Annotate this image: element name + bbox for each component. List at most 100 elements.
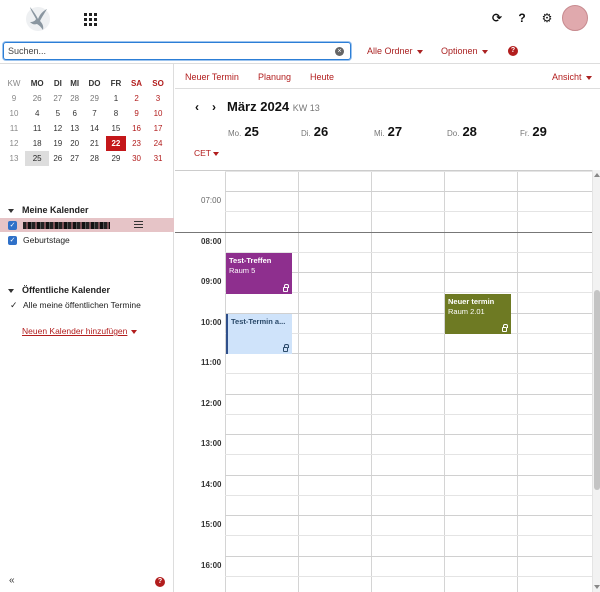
mini-calendar-day[interactable]: 18: [25, 136, 49, 151]
mini-calendar-day[interactable]: 27: [66, 151, 83, 166]
event-new-appointment[interactable]: Neuer termin Raum 2.01: [445, 294, 511, 334]
menu-icon[interactable]: [134, 221, 143, 228]
mini-calendar-header: MO: [30, 79, 44, 88]
help-icon[interactable]: ?: [515, 11, 529, 25]
all-folders-dropdown[interactable]: Alle Ordner: [367, 46, 423, 56]
public-calendars-header[interactable]: Öffentliche Kalender: [8, 285, 110, 295]
mini-calendar-day[interactable]: 26: [49, 151, 66, 166]
day-header-fri[interactable]: Fr. 29: [520, 124, 547, 139]
refresh-icon[interactable]: ⟳: [490, 11, 504, 25]
calendar-item-birthdays[interactable]: ✓ Geburtstage: [0, 233, 174, 247]
mini-calendar-day[interactable]: 1: [106, 91, 126, 106]
time-label: 13:00: [201, 439, 222, 448]
mini-calendar-day[interactable]: 27: [49, 91, 66, 106]
new-appointment-button[interactable]: Neuer Termin: [185, 72, 239, 82]
clear-search-icon[interactable]: ×: [335, 47, 344, 56]
mini-calendar-day[interactable]: 5: [49, 106, 66, 121]
calendar-item-personal[interactable]: ✓: [0, 218, 174, 232]
day-date: 25: [244, 124, 259, 139]
mini-calendar-day[interactable]: 8: [106, 106, 126, 121]
mini-calendar-day[interactable]: 16: [126, 121, 147, 136]
mini-calendar-day[interactable]: 21: [83, 136, 106, 151]
mini-calendar-week: 12 18 19 20 21 22 23 24: [3, 136, 169, 151]
gear-icon[interactable]: ⚙: [540, 11, 554, 25]
calendar-main: Neuer Termin Planung Heute Ansicht ‹ › M…: [175, 64, 600, 592]
mini-calendar-week: 9 26 27 28 29 1 2 3: [3, 91, 169, 106]
mini-calendar-day[interactable]: 29: [106, 151, 126, 166]
avatar[interactable]: [562, 5, 588, 31]
mini-calendar-day[interactable]: 3: [147, 91, 169, 106]
mini-calendar-day[interactable]: 4: [25, 106, 49, 121]
event-test-meeting[interactable]: Test-Treffen Raum 5: [226, 253, 292, 294]
mini-calendar-day[interactable]: 11: [25, 121, 49, 136]
calendar-checkbox[interactable]: ✓: [8, 221, 17, 230]
week-number[interactable]: 13: [3, 151, 25, 166]
public-item-label: Alle meine öffentlichen Termine: [23, 300, 141, 310]
collapse-triangle-icon: [8, 208, 14, 213]
public-item[interactable]: ✓ Alle meine öffentlichen Termine: [0, 298, 174, 312]
day-name: Mo.: [228, 129, 242, 138]
bird-logo-icon[interactable]: [24, 3, 52, 33]
mini-calendar-day[interactable]: 9: [126, 106, 147, 121]
mini-calendar-day[interactable]: 14: [83, 121, 106, 136]
check-icon: ✓: [10, 300, 18, 310]
calendar-checkbox[interactable]: ✓: [8, 236, 17, 245]
week-number[interactable]: 12: [3, 136, 25, 151]
my-calendars-header[interactable]: Meine Kalender: [8, 205, 89, 215]
mini-calendar-day[interactable]: 25: [25, 151, 50, 166]
view-dropdown[interactable]: Ansicht: [552, 72, 592, 82]
apps-grid-icon[interactable]: [84, 13, 98, 27]
mini-calendar-day[interactable]: 15: [106, 121, 126, 136]
week-number[interactable]: 10: [3, 106, 25, 121]
search-help-icon[interactable]: ?: [508, 46, 518, 56]
mini-calendar-day[interactable]: 12: [49, 121, 66, 136]
mini-calendar-day[interactable]: 22: [105, 136, 127, 151]
mini-calendar-day[interactable]: 23: [126, 136, 147, 151]
event-title: Test-Treffen: [229, 256, 272, 265]
mini-calendar-day[interactable]: 24: [147, 136, 169, 151]
mini-calendar-day[interactable]: 17: [147, 121, 169, 136]
mini-calendar-day[interactable]: 26: [25, 91, 49, 106]
planning-button[interactable]: Planung: [258, 72, 291, 82]
event-test-appointment[interactable]: Test-Termin a...: [226, 314, 292, 354]
time-label: 14:00: [201, 480, 222, 489]
mini-calendar-day[interactable]: 6: [66, 106, 83, 121]
scrollbar-thumb[interactable]: [594, 290, 600, 490]
next-week-icon[interactable]: ›: [212, 100, 216, 114]
day-header-wed[interactable]: Mi. 27: [374, 124, 402, 139]
sidebar-help-icon[interactable]: ?: [155, 577, 165, 587]
day-header-thu[interactable]: Do. 28: [447, 124, 477, 139]
options-dropdown[interactable]: Optionen: [441, 46, 488, 56]
mini-calendar-day[interactable]: 31: [147, 151, 169, 166]
mini-calendar-day[interactable]: 28: [66, 91, 83, 106]
time-label: 08:00: [201, 237, 222, 246]
mini-calendar-day[interactable]: 10: [147, 106, 169, 121]
time-label: 15:00: [201, 520, 222, 529]
search-field-wrapper: ×: [3, 42, 351, 60]
add-calendar-link[interactable]: Neuen Kalender hinzufügen: [22, 326, 138, 336]
mini-calendar-day[interactable]: 20: [66, 136, 83, 151]
mini-calendar-day[interactable]: 7: [83, 106, 106, 121]
timezone-dropdown[interactable]: CET: [194, 148, 219, 158]
search-input[interactable]: [4, 43, 324, 59]
day-header-tue[interactable]: Di. 26: [301, 124, 328, 139]
mini-calendar-day[interactable]: 29: [83, 91, 106, 106]
mini-calendar-day[interactable]: 28: [83, 151, 106, 166]
search-bar: × Alle Ordner Optionen ?: [0, 38, 600, 64]
previous-week-icon[interactable]: ‹: [195, 100, 199, 114]
week-number[interactable]: 9: [3, 91, 25, 106]
collapse-triangle-icon: [8, 288, 14, 293]
mini-calendar-day[interactable]: 2: [126, 91, 147, 106]
mini-calendar-day[interactable]: 13: [66, 121, 83, 136]
mini-calendar-day[interactable]: 19: [49, 136, 66, 151]
day-name: Do.: [447, 129, 460, 138]
week-grid[interactable]: 07:00 08:00 09:00 10:00 11:00 12:00 13:0…: [175, 170, 592, 592]
day-header-mon[interactable]: Mo. 25: [228, 124, 259, 139]
today-button[interactable]: Heute: [310, 72, 334, 82]
mini-calendar-day[interactable]: 30: [126, 151, 147, 166]
lock-icon: [283, 344, 289, 352]
week-number[interactable]: 11: [3, 121, 25, 136]
collapse-sidebar-icon[interactable]: «: [9, 575, 15, 586]
vertical-scrollbar[interactable]: [592, 170, 600, 592]
time-label: 07:00: [201, 196, 222, 205]
